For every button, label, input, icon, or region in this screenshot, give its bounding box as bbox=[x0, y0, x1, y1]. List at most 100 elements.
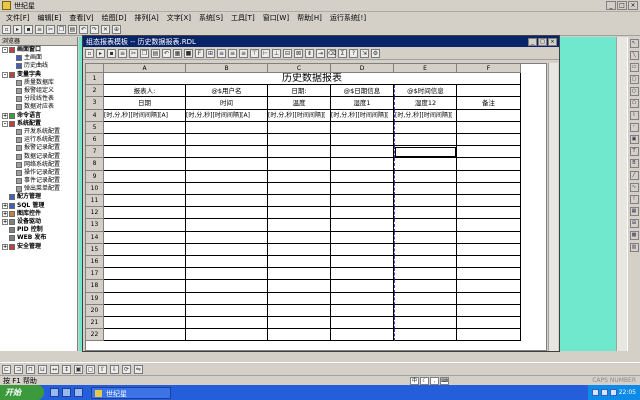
sheet-cell[interactable]: 湿度12 bbox=[394, 97, 457, 110]
report-spreadsheet[interactable]: A B C D E F 1 历史数据报表 2 报表人: @$用户名 日期: @$日期信息 @$时间信息 3 日… bbox=[85, 63, 547, 351]
sheet-cell[interactable] bbox=[104, 207, 186, 220]
sheet-cell[interactable] bbox=[331, 304, 394, 317]
sheet-cell[interactable]: 日期 bbox=[104, 97, 186, 110]
pipe-icon[interactable]: ╱ bbox=[629, 171, 639, 180]
undo-icon[interactable]: ↶ bbox=[79, 24, 88, 34]
sheet-cell[interactable] bbox=[331, 134, 394, 147]
sheet-cell[interactable] bbox=[268, 256, 331, 269]
report-align-right-icon[interactable]: ≡ bbox=[239, 48, 248, 58]
report-merge-icon[interactable]: ⊟ bbox=[283, 48, 292, 58]
sheet-cell[interactable] bbox=[268, 280, 331, 293]
sheet-cell[interactable] bbox=[331, 182, 394, 195]
sheet-cell[interactable] bbox=[186, 158, 268, 171]
sheet-cell[interactable] bbox=[331, 292, 394, 305]
tree-node[interactable]: 数据对应表 bbox=[0, 103, 77, 111]
tree-node[interactable]: 开发系统配置 bbox=[0, 128, 77, 136]
sheet-cell[interactable] bbox=[104, 268, 186, 281]
save-icon[interactable]: ▪ bbox=[24, 24, 33, 34]
sheet-cell[interactable] bbox=[331, 207, 394, 220]
sheet-cell[interactable] bbox=[457, 121, 521, 134]
align-center-icon[interactable]: ⊐ bbox=[14, 364, 23, 374]
sheet-cell[interactable] bbox=[457, 317, 521, 330]
tree-expander-icon[interactable]: + bbox=[2, 112, 8, 119]
sheet-cell[interactable] bbox=[268, 121, 331, 134]
report-sum-icon[interactable]: Σ bbox=[338, 48, 347, 58]
sheet-cell[interactable] bbox=[394, 134, 457, 147]
sheet-cell[interactable] bbox=[104, 134, 186, 147]
report-cut-icon[interactable]: ✂ bbox=[129, 48, 138, 58]
sheet-cell[interactable] bbox=[186, 195, 268, 208]
print-icon[interactable]: ≡ bbox=[35, 24, 44, 34]
row-header[interactable]: 13 bbox=[86, 219, 104, 232]
report-save-icon[interactable]: ▪ bbox=[107, 48, 116, 58]
tree-node[interactable]: - 画面窗口 bbox=[0, 46, 77, 54]
align-bottom-icon[interactable]: ⊔ bbox=[38, 364, 47, 374]
sheet-cell[interactable] bbox=[394, 304, 457, 317]
sheet-cell[interactable] bbox=[268, 195, 331, 208]
sheet-cell[interactable] bbox=[104, 317, 186, 330]
sheet-cell[interactable] bbox=[186, 256, 268, 269]
sheet-cell[interactable] bbox=[457, 207, 521, 220]
row-header[interactable]: 10 bbox=[86, 182, 104, 195]
sheet-cell[interactable] bbox=[394, 329, 457, 342]
sheet-cell[interactable] bbox=[268, 182, 331, 195]
pointer-icon[interactable]: ↖ bbox=[629, 39, 639, 48]
same-height-icon[interactable]: ↕ bbox=[62, 364, 71, 374]
sheet-cell[interactable] bbox=[331, 268, 394, 281]
menu-item-10[interactable]: 运行系统[!] bbox=[330, 13, 366, 23]
send-back-icon[interactable]: ⇩ bbox=[110, 364, 119, 374]
cut-icon[interactable]: ✂ bbox=[46, 24, 55, 34]
sheet-cell[interactable]: 日期: bbox=[268, 85, 331, 98]
tree-node[interactable]: + SQL 管理 bbox=[0, 202, 77, 210]
sheet-cell[interactable] bbox=[331, 121, 394, 134]
menu-item-3[interactable]: 绘图[D] bbox=[102, 13, 127, 23]
menu-item-9[interactable]: 帮助[H] bbox=[297, 13, 322, 23]
report-border-icon[interactable]: ▦ bbox=[173, 48, 182, 58]
paste-icon[interactable]: ▤ bbox=[68, 24, 77, 34]
tray-network-icon[interactable] bbox=[591, 389, 599, 396]
row-header[interactable]: 2 bbox=[86, 85, 104, 98]
sheet-cell[interactable] bbox=[394, 243, 457, 256]
sheet-cell[interactable] bbox=[457, 170, 521, 183]
sheet-corner[interactable] bbox=[86, 64, 104, 73]
sheet-cell[interactable] bbox=[394, 170, 457, 183]
minimize-button[interactable]: _ bbox=[606, 1, 616, 10]
menu-item-2[interactable]: 查看[V] bbox=[69, 13, 93, 23]
tree-node[interactable]: 数据记录配置 bbox=[0, 152, 77, 160]
sheet-cell[interactable] bbox=[186, 243, 268, 256]
sheet-cell[interactable] bbox=[331, 280, 394, 293]
sheet-cell[interactable] bbox=[394, 195, 457, 208]
sheet-cell[interactable] bbox=[268, 134, 331, 147]
sheet-cell[interactable] bbox=[394, 207, 457, 220]
group-icon[interactable]: ▣ bbox=[74, 364, 83, 374]
sheet-cell[interactable] bbox=[394, 268, 457, 281]
sheet-cell[interactable] bbox=[186, 146, 268, 159]
row-header[interactable]: 9 bbox=[86, 170, 104, 183]
copy-icon[interactable]: ❐ bbox=[57, 24, 66, 34]
tree-expander-icon[interactable]: + bbox=[2, 243, 8, 250]
sheet-cell[interactable]: [时,分,秒][时间间隔][ bbox=[331, 109, 394, 122]
sheet-cell[interactable] bbox=[268, 292, 331, 305]
tree-node[interactable]: 历史曲线 bbox=[0, 62, 77, 70]
menu-item-7[interactable]: 工具[T] bbox=[231, 13, 255, 23]
sheet-cell[interactable] bbox=[394, 146, 457, 159]
sheet-cell[interactable] bbox=[331, 243, 394, 256]
align-left-icon[interactable]: ⊏ bbox=[2, 364, 11, 374]
sheet-cell[interactable] bbox=[104, 182, 186, 195]
menu-item-8[interactable]: 窗口[W] bbox=[263, 13, 289, 23]
report-align-left-icon[interactable]: ≡ bbox=[217, 48, 226, 58]
column-header[interactable]: F bbox=[457, 64, 521, 73]
sheet-cell[interactable] bbox=[394, 231, 457, 244]
sheet-cell[interactable] bbox=[394, 256, 457, 269]
tree-node[interactable]: + 命令语言 bbox=[0, 112, 77, 120]
row-header[interactable]: 5 bbox=[86, 121, 104, 134]
report-maximize-button[interactable]: □ bbox=[538, 37, 547, 46]
report-export-icon[interactable]: ⇲ bbox=[360, 48, 369, 58]
sheet-cell[interactable] bbox=[104, 292, 186, 305]
library-icon[interactable]: ▩ bbox=[629, 231, 639, 240]
tree-expander-icon[interactable]: - bbox=[2, 47, 8, 54]
sheet-cell[interactable] bbox=[457, 158, 521, 171]
report-fill-color-icon[interactable]: ■ bbox=[184, 48, 193, 58]
report-new-icon[interactable]: ▫ bbox=[85, 48, 94, 58]
sheet-cell[interactable] bbox=[186, 121, 268, 134]
